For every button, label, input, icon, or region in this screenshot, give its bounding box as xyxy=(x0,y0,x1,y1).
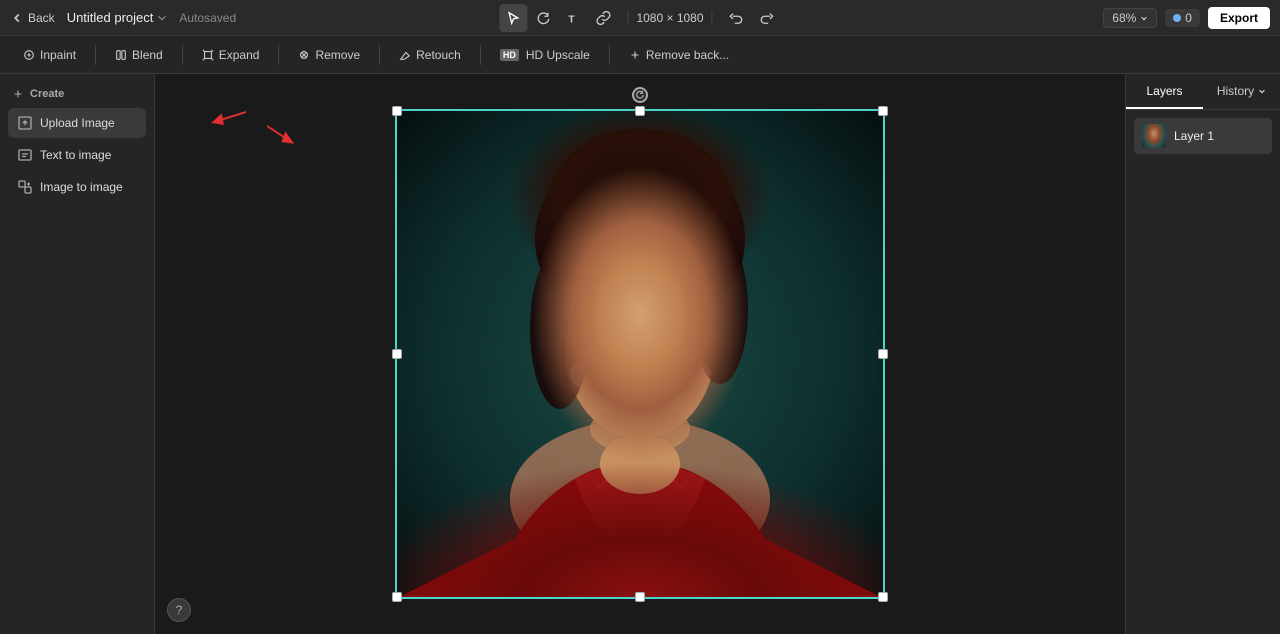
handle-rotate[interactable] xyxy=(632,87,648,103)
zoom-control[interactable]: 68% xyxy=(1103,8,1157,28)
create-label: Create xyxy=(30,88,64,100)
canvas-container[interactable] xyxy=(395,109,885,599)
expand-label: Expand xyxy=(219,48,260,62)
sidebar-item-text-to-image[interactable]: Text to image xyxy=(8,140,146,170)
user-count: 0 xyxy=(1185,11,1192,25)
hd-upscale-button[interactable]: HD HD Upscale xyxy=(489,43,601,67)
right-panel: Layers History Layer 1 xyxy=(1125,74,1280,634)
inpaint-button[interactable]: Inpaint xyxy=(12,43,87,67)
main-area: Create Upload Image Text to image Image … xyxy=(0,74,1280,634)
text-tool-icon[interactable]: T xyxy=(559,4,587,32)
layer-1-thumbnail xyxy=(1142,124,1166,148)
user-badge: 0 xyxy=(1165,9,1200,27)
expand-button[interactable]: Expand xyxy=(191,43,271,67)
autosaved-status: Autosaved xyxy=(179,11,236,25)
toolbar-sep-6 xyxy=(609,45,610,65)
layers-tab-label: Layers xyxy=(1146,84,1182,98)
retouch-button[interactable]: Retouch xyxy=(388,43,472,67)
upload-image-label: Upload Image xyxy=(40,116,115,130)
link-tool-icon[interactable] xyxy=(589,4,617,32)
zoom-value: 68% xyxy=(1112,11,1136,25)
project-title[interactable]: Untitled project xyxy=(67,10,154,25)
back-button[interactable]: Back xyxy=(10,11,55,25)
sidebar-item-image-to-image[interactable]: Image to image xyxy=(8,172,146,202)
remove-back-button[interactable]: Remove back... xyxy=(618,43,740,67)
layer-item-1[interactable]: Layer 1 xyxy=(1134,118,1272,154)
help-label: ? xyxy=(176,603,183,617)
right-panel-header: Layers History xyxy=(1126,74,1280,110)
canvas-image xyxy=(395,109,885,599)
inpaint-label: Inpaint xyxy=(40,48,76,62)
sidebar-item-upload-image[interactable]: Upload Image xyxy=(8,108,146,138)
remove-button[interactable]: Remove xyxy=(287,43,371,67)
toolbar-sep-1 xyxy=(95,45,96,65)
image-to-image-label: Image to image xyxy=(40,180,123,194)
undo-icon[interactable] xyxy=(723,4,751,32)
export-button[interactable]: Export xyxy=(1208,7,1270,29)
create-section-title: Create xyxy=(8,84,146,108)
toolbar-sep-2 xyxy=(182,45,183,65)
tab-layers[interactable]: Layers xyxy=(1126,74,1203,109)
tab-history[interactable]: History xyxy=(1203,74,1280,109)
toolbar-sep-3 xyxy=(278,45,279,65)
remove-back-label: Remove back... xyxy=(646,48,729,62)
left-sidebar: Create Upload Image Text to image Image … xyxy=(0,74,155,634)
topbar-right: 68% 0 Export xyxy=(1103,7,1270,29)
remove-label: Remove xyxy=(315,48,360,62)
retouch-label: Retouch xyxy=(416,48,461,62)
toolbar-sep-5 xyxy=(480,45,481,65)
canvas-dimensions: 1080 × 1080 xyxy=(627,11,712,25)
layers-list: Layer 1 xyxy=(1126,110,1280,162)
user-dot xyxy=(1173,14,1181,22)
redo-icon[interactable] xyxy=(753,4,781,32)
svg-text:T: T xyxy=(568,13,575,25)
edit-toolbar: Inpaint Blend Expand Remove Retouch HD H… xyxy=(0,36,1280,74)
rotate-circle-icon xyxy=(632,87,648,103)
toolbar-sep-4 xyxy=(379,45,380,65)
help-button[interactable]: ? xyxy=(167,598,191,622)
text-to-image-label: Text to image xyxy=(40,148,111,162)
topbar-center-tools: T 1080 × 1080 xyxy=(499,4,780,32)
project-title-area: Untitled project xyxy=(67,10,168,25)
rotate-tool-icon[interactable] xyxy=(529,4,557,32)
back-label: Back xyxy=(28,11,55,25)
blend-button[interactable]: Blend xyxy=(104,43,174,67)
hd-upscale-label: HD Upscale xyxy=(526,48,590,62)
history-tab-label: History xyxy=(1217,84,1254,98)
topbar: Back Untitled project Autosaved T xyxy=(0,0,1280,36)
canvas-area[interactable]: ? xyxy=(155,74,1125,634)
layer-1-name: Layer 1 xyxy=(1174,129,1214,143)
select-tool-icon[interactable] xyxy=(499,4,527,32)
blend-label: Blend xyxy=(132,48,163,62)
